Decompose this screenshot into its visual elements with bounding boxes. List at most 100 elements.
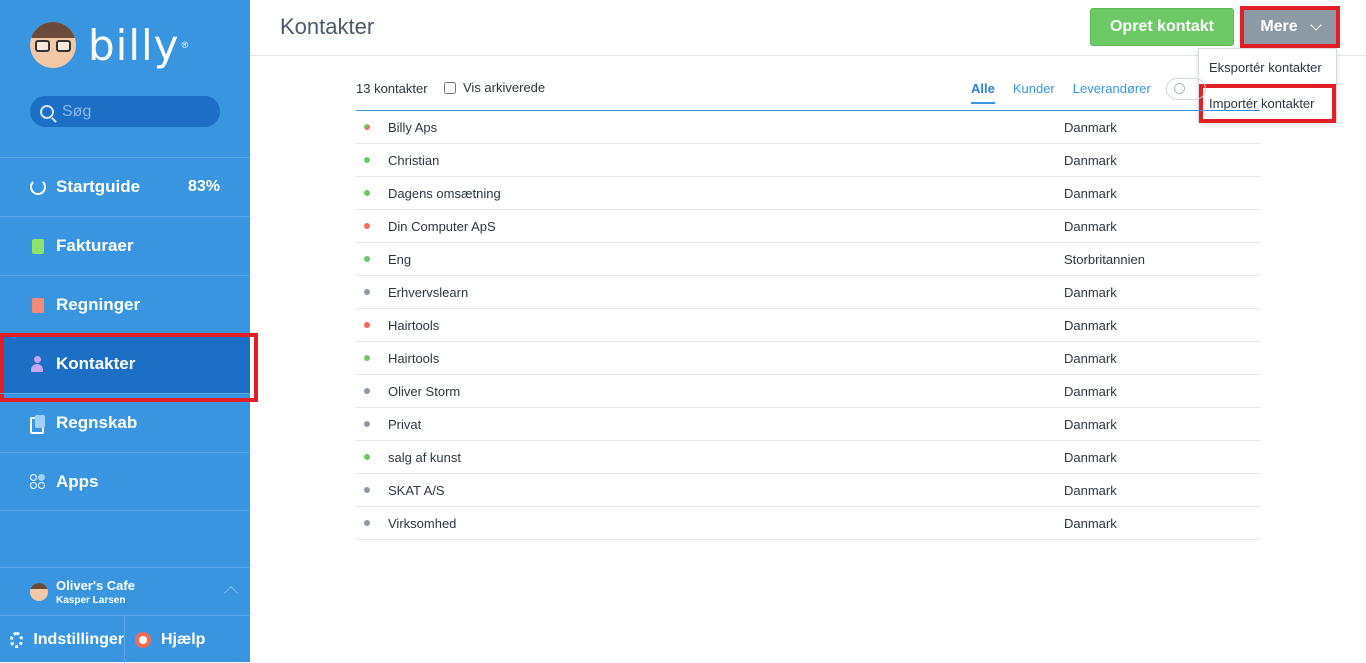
tab-leverandorer[interactable]: Leverandører (1073, 81, 1151, 104)
table-row[interactable]: salg af kunst Danmark (356, 441, 1260, 474)
sidebar-nav: Startguide 83% Fakturaer Regninger Konta… (0, 157, 258, 511)
contact-country: Danmark (1064, 449, 1117, 465)
bill-icon (32, 297, 44, 313)
sidebar-footer: Indstillinger Hjælp (0, 615, 250, 663)
table-row[interactable]: SKAT A/S Danmark (356, 474, 1260, 507)
chevron-up-icon (223, 585, 239, 601)
sidebar-item-apps[interactable]: Apps (0, 452, 250, 511)
status-dot-icon (364, 355, 370, 361)
settings-button[interactable]: Indstillinger (0, 616, 125, 663)
contact-type-tabs: Alle Kunder Leverandører (971, 81, 1169, 104)
contact-country: Danmark (1064, 317, 1117, 333)
contact-count: 13 kontakter (356, 81, 428, 96)
brand-logo[interactable]: billy ® (30, 20, 188, 70)
sidebar-item-label: Apps (56, 471, 99, 491)
contact-country: Storbritannien (1064, 251, 1145, 267)
contact-name: Virksomhed (388, 515, 457, 531)
tab-alle[interactable]: Alle (971, 81, 995, 104)
sidebar-item-regninger[interactable]: Regninger (0, 275, 250, 334)
status-dot-icon (364, 322, 370, 328)
progress-ring-icon (30, 179, 46, 195)
status-dot-icon (364, 421, 370, 427)
sidebar: billy ® Startguide 83% Fakturaer Regning… (0, 0, 258, 663)
help-label: Hjælp (161, 630, 206, 648)
contact-name: Oliver Storm (388, 383, 461, 399)
table-row[interactable]: Erhvervslearn Danmark (356, 276, 1260, 309)
lifebuoy-icon (135, 631, 151, 648)
contact-name: Din Computer ApS (388, 218, 496, 234)
table-row[interactable]: Hairtools Danmark (356, 309, 1260, 342)
sidebar-item-startguide[interactable]: Startguide 83% (0, 157, 250, 216)
table-row[interactable]: Virksomhed Danmark (356, 507, 1260, 540)
sidebar-item-regnskab[interactable]: Regnskab (0, 393, 250, 452)
search-box[interactable] (30, 96, 220, 127)
contact-country: Danmark (1064, 218, 1117, 234)
billy-mascot-icon (30, 22, 76, 68)
contact-name: salg af kunst (388, 449, 461, 465)
status-dot-icon (364, 454, 370, 460)
table-row[interactable]: Hairtools Danmark (356, 342, 1260, 375)
contact-country: Danmark (1064, 383, 1117, 399)
account-switcher[interactable]: Oliver's Cafe Kasper Larsen (0, 567, 250, 615)
account-company: Oliver's Cafe (56, 577, 135, 593)
contact-name: Privat (388, 416, 422, 432)
sidebar-item-label: Kontakter (56, 354, 136, 373)
status-dot-icon (364, 223, 370, 229)
settings-label: Indstillinger (33, 630, 124, 648)
registered-mark: ® (181, 40, 189, 50)
status-dot-icon (364, 124, 370, 130)
status-dot-icon (364, 388, 370, 394)
gear-icon (10, 631, 24, 648)
status-dot-icon (364, 256, 370, 262)
invoice-icon (32, 238, 44, 254)
tab-kunder[interactable]: Kunder (1013, 81, 1055, 104)
show-archived-label: Vis arkiverede (463, 80, 546, 95)
contact-country: Danmark (1064, 284, 1117, 300)
table-row[interactable]: Oliver Storm Danmark (356, 375, 1260, 408)
brand-name: billy (88, 20, 180, 70)
status-dot-icon (364, 289, 370, 295)
contact-country: Danmark (1064, 185, 1117, 201)
sidebar-item-label: Startguide (56, 177, 141, 196)
contact-filter-bar: 13 kontakter Vis arkiverede Alle Kunder … (356, 76, 1260, 111)
account-user: Kasper Larsen (56, 594, 126, 606)
contact-country: Danmark (1064, 350, 1117, 366)
sidebar-item-label: Regninger (56, 295, 141, 314)
contact-name: Billy Aps (388, 119, 438, 135)
list-search-input[interactable] (1166, 78, 1206, 100)
sidebar-item-kontakter[interactable]: Kontakter (0, 333, 258, 402)
sidebar-item-fakturaer[interactable]: Fakturaer (0, 216, 250, 275)
contact-name: SKAT A/S (388, 482, 445, 498)
startguide-progress: 83% (187, 178, 220, 195)
create-contact-button[interactable]: Opret kontakt (1090, 8, 1234, 46)
contact-list: Billy Aps Danmark Christian Danmark Dagens o… (356, 111, 1260, 540)
status-dot-icon (364, 190, 370, 196)
contact-country: Danmark (1064, 482, 1117, 498)
apps-icon (30, 473, 46, 490)
table-row[interactable]: Christian Danmark (356, 144, 1260, 177)
table-row[interactable]: Eng Storbritannien (356, 243, 1260, 276)
sidebar-item-label: Fakturaer (56, 236, 134, 255)
search-icon (40, 104, 54, 119)
table-row[interactable]: Dagens omsætning Danmark (356, 177, 1260, 210)
person-icon (30, 356, 44, 372)
table-row[interactable]: Din Computer ApS Danmark (356, 210, 1260, 243)
highlight-more-button (1240, 6, 1340, 48)
table-row[interactable]: Billy Aps Danmark (356, 111, 1260, 144)
contact-name: Hairtools (388, 350, 440, 366)
contact-name: Erhvervslearn (388, 284, 469, 300)
status-dot-icon (364, 157, 370, 163)
contact-country: Danmark (1064, 119, 1117, 135)
search-input[interactable] (62, 102, 212, 121)
avatar (30, 582, 48, 601)
show-archived-toggle[interactable]: Vis arkiverede (444, 80, 545, 95)
show-archived-checkbox[interactable] (444, 81, 456, 94)
page-title: Kontakter (280, 14, 375, 39)
ledger-icon (30, 415, 46, 434)
contact-name: Eng (388, 251, 412, 267)
table-row[interactable]: Privat Danmark (356, 408, 1260, 441)
status-dot-icon (364, 520, 370, 526)
status-dot-icon (364, 487, 370, 493)
help-button[interactable]: Hjælp (125, 616, 205, 663)
contact-country: Danmark (1064, 416, 1117, 432)
